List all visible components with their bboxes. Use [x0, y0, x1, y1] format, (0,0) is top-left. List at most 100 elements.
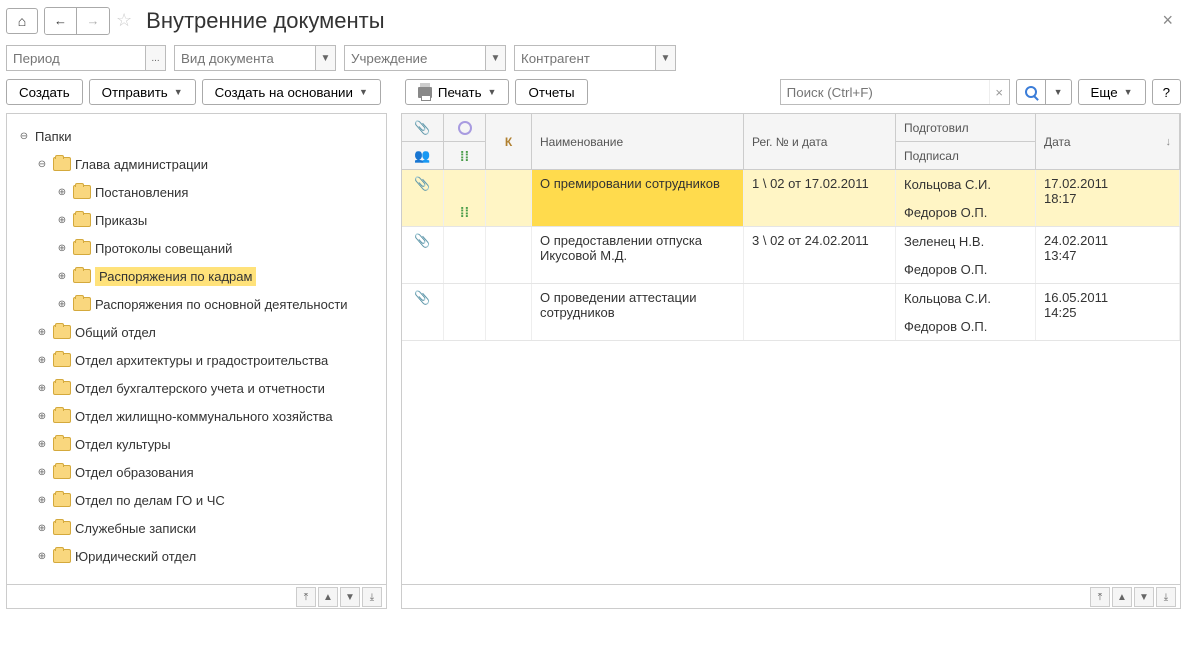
- cell-status1: [444, 284, 486, 312]
- tree-node[interactable]: ⊕ Отдел архитектуры и градостроительства: [11, 346, 382, 374]
- cell-prepared: Кольцова С.И.: [896, 170, 1036, 198]
- folder-icon: [53, 493, 71, 507]
- tree-node[interactable]: ⊕Отдел жилищно-коммунального хозяйства: [11, 402, 382, 430]
- col-signed[interactable]: Подписал: [896, 142, 1036, 170]
- col-reg[interactable]: Рег. № и дата: [744, 114, 896, 170]
- tree-node[interactable]: ⊖Папки: [11, 122, 382, 150]
- table-row[interactable]: 📎О предоставлении отпуска Икусовой М.Д.3…: [402, 227, 1180, 284]
- cell-status1: [444, 170, 486, 198]
- cell-prepared: Зеленец Н.В.: [896, 227, 1036, 255]
- home-button[interactable]: ⌂: [6, 8, 38, 34]
- reports-button[interactable]: Отчеты: [515, 79, 587, 105]
- cell-status2: ⁞⁞: [444, 198, 486, 226]
- expand-icon[interactable]: ⊕: [35, 521, 49, 535]
- scroll-bottom-button[interactable]: ⤓: [1156, 587, 1176, 607]
- scroll-up-button[interactable]: ▲: [318, 587, 338, 607]
- scroll-top-button[interactable]: ⤒: [296, 587, 316, 607]
- folder-icon: [53, 465, 71, 479]
- table-header: 📎 👥 ⁞⁞ К Наименование Рег. № и дата Подг…: [402, 114, 1180, 170]
- expand-icon[interactable]: ⊕: [35, 437, 49, 451]
- expand-icon[interactable]: ⊕: [35, 465, 49, 479]
- expand-icon[interactable]: ⊕: [55, 297, 69, 311]
- expand-icon[interactable]: ⊕: [35, 549, 49, 563]
- contractor-filter[interactable]: ▼: [514, 45, 676, 71]
- cell-reg: 1 \ 02 от 17.02.2011: [744, 170, 896, 226]
- create-based-button[interactable]: Создать на основании▼: [202, 79, 381, 105]
- table-footer: ⤒ ▲ ▼ ⤓: [402, 584, 1180, 608]
- scroll-bottom-button[interactable]: ⤓: [362, 587, 382, 607]
- arrow-right-icon: →: [87, 13, 100, 28]
- table-row[interactable]: 📎О проведении аттестации сотрудниковКоль…: [402, 284, 1180, 341]
- favorite-star-icon[interactable]: ☆: [116, 10, 132, 31]
- tree-node[interactable]: ⊕Юридический отдел: [11, 542, 382, 570]
- expand-icon[interactable]: ⊕: [35, 381, 49, 395]
- help-button[interactable]: ?: [1152, 79, 1181, 105]
- scroll-top-button[interactable]: ⤒: [1090, 587, 1110, 607]
- tree-node[interactable]: ⊕Общий отдел: [11, 318, 382, 346]
- expand-icon[interactable]: ⊕: [55, 241, 69, 255]
- col-attachment[interactable]: 📎: [402, 114, 444, 142]
- period-filter[interactable]: ...: [6, 45, 166, 71]
- col-date[interactable]: Дата↓: [1036, 114, 1180, 170]
- create-button[interactable]: Создать: [6, 79, 83, 105]
- doctype-filter[interactable]: ▼: [174, 45, 336, 71]
- col-status1[interactable]: [444, 114, 486, 142]
- print-button[interactable]: Печать▼: [405, 79, 510, 105]
- col-prepared[interactable]: Подготовил: [896, 114, 1036, 142]
- period-ellipsis-button[interactable]: ...: [145, 46, 165, 70]
- expand-icon[interactable]: ⊕: [35, 493, 49, 507]
- org-dropdown-button[interactable]: ▼: [485, 46, 505, 70]
- back-button[interactable]: ←: [45, 8, 77, 34]
- search-box[interactable]: ×: [780, 79, 1010, 105]
- search-input[interactable]: [781, 80, 989, 104]
- expand-icon[interactable]: ⊕: [55, 185, 69, 199]
- search-button[interactable]: ▼: [1016, 79, 1072, 105]
- tree-node[interactable]: ⊖Глава администрации: [11, 150, 382, 178]
- expand-icon[interactable]: ⊕: [35, 409, 49, 423]
- tree-node[interactable]: ⊕Отдел бухгалтерского учета и отчетности: [11, 374, 382, 402]
- tree-label: Отдел архитектуры и градостроительства: [75, 353, 328, 368]
- tree-node[interactable]: ⊕Отдел образования: [11, 458, 382, 486]
- org-filter[interactable]: ▼: [344, 45, 506, 71]
- scroll-up-button[interactable]: ▲: [1112, 587, 1132, 607]
- expand-icon[interactable]: ⊕: [35, 325, 49, 339]
- org-input[interactable]: [345, 46, 485, 70]
- expand-icon[interactable]: ⊕: [35, 353, 49, 367]
- col-name[interactable]: Наименование: [532, 114, 744, 170]
- folder-icon: [53, 521, 71, 535]
- tree-node[interactable]: ⊕Распоряжения по кадрам: [11, 262, 382, 290]
- chevron-down-icon[interactable]: ▼: [1045, 80, 1071, 104]
- col-k[interactable]: К: [486, 114, 532, 170]
- scroll-down-button[interactable]: ▼: [340, 587, 360, 607]
- tree-node[interactable]: ⊕ Протоколы совещаний: [11, 234, 382, 262]
- expand-icon[interactable]: ⊕: [55, 213, 69, 227]
- cell-k: [486, 284, 532, 340]
- collapse-icon[interactable]: ⊖: [35, 157, 49, 171]
- contractor-dropdown-button[interactable]: ▼: [655, 46, 675, 70]
- col-status2[interactable]: ⁞⁞: [444, 142, 486, 170]
- doctype-input[interactable]: [175, 46, 315, 70]
- scroll-down-button[interactable]: ▼: [1134, 587, 1154, 607]
- more-button[interactable]: Еще▼: [1078, 79, 1146, 105]
- table-row[interactable]: 📎⁞⁞О премировании сотрудников1 \ 02 от 1…: [402, 170, 1180, 227]
- col-people[interactable]: 👥: [402, 142, 444, 170]
- close-button[interactable]: ×: [1154, 6, 1181, 35]
- contractor-input[interactable]: [515, 46, 655, 70]
- send-button[interactable]: Отправить▼: [89, 79, 196, 105]
- paperclip-icon: 📎: [414, 233, 430, 249]
- doctype-dropdown-button[interactable]: ▼: [315, 46, 335, 70]
- tree-node[interactable]: ⊕Отдел культуры: [11, 430, 382, 458]
- tree-node[interactable]: ⊕Приказы: [11, 206, 382, 234]
- search-clear-button[interactable]: ×: [989, 80, 1009, 104]
- chevron-down-icon: ▼: [174, 87, 183, 97]
- collapse-icon[interactable]: ⊖: [17, 129, 31, 143]
- tree-node[interactable]: ⊕Служебные записки: [11, 514, 382, 542]
- tree-node[interactable]: ⊕Отдел по делам ГО и ЧС: [11, 486, 382, 514]
- period-input[interactable]: [7, 46, 145, 70]
- cell-attachment: 📎: [402, 284, 444, 312]
- expand-icon[interactable]: ⊕: [55, 269, 69, 283]
- tree-node[interactable]: ⊕Постановления: [11, 178, 382, 206]
- tree-label: Протоколы совещаний: [95, 241, 232, 256]
- tree-node[interactable]: ⊕Распоряжения по основной деятельности: [11, 290, 382, 318]
- folder-icon: [73, 213, 91, 227]
